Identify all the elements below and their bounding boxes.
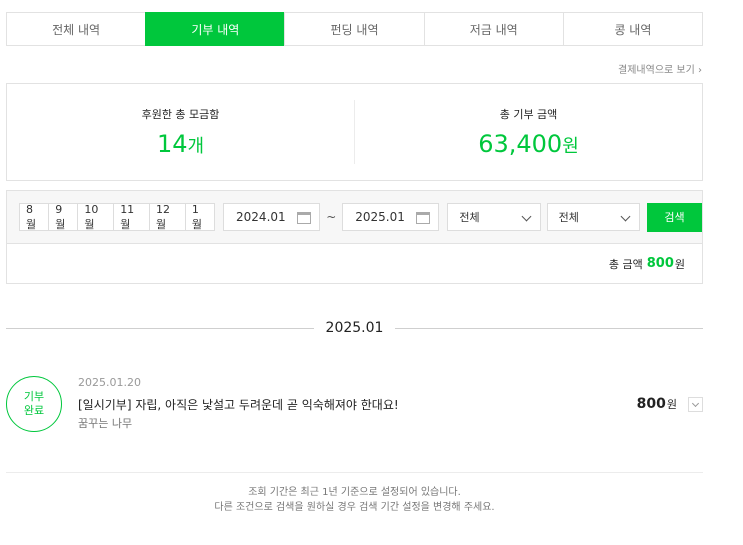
status-select[interactable]: 전체 bbox=[546, 203, 640, 231]
chevron-down-icon bbox=[620, 211, 631, 222]
summary-amount-value: 63,400 bbox=[478, 130, 563, 158]
item-date: 2025.01.20 bbox=[78, 376, 141, 389]
tab-savings[interactable]: 저금 내역 bbox=[423, 13, 563, 45]
tab-all[interactable]: 전체 내역 bbox=[7, 13, 145, 45]
item-amount-unit: 원 bbox=[666, 398, 677, 411]
donation-summary: 후원한 총 모금함 14개 총 기부 금액 63,400원 bbox=[6, 83, 703, 181]
status-badge: 기부 완료 bbox=[6, 376, 62, 432]
summary-count-value: 14 bbox=[156, 130, 188, 158]
search-button[interactable]: 검색 bbox=[646, 202, 703, 232]
total-unit: 원 bbox=[674, 257, 685, 271]
divider-line bbox=[6, 327, 314, 329]
calendar-icon bbox=[416, 212, 431, 224]
item-amount-value: 800 bbox=[636, 396, 666, 412]
chevron-right-icon: › bbox=[698, 65, 702, 76]
date-range-separator: ~ bbox=[326, 210, 337, 224]
month-button-nov[interactable]: 11월 bbox=[113, 203, 150, 231]
calendar-icon bbox=[297, 212, 312, 224]
search-filter: 8월 9월 10월 11월 12월 1월 2024.01 ~ 2025.01 전… bbox=[6, 190, 703, 284]
notice-line-1: 조회 기간은 최근 1년 기준으로 설정되어 있습니다. bbox=[248, 487, 461, 498]
tab-bean[interactable]: 콩 내역 bbox=[562, 13, 702, 45]
tab-donation[interactable]: 기부 내역 bbox=[145, 12, 285, 46]
item-organization: 꿈꾸는 나무 bbox=[78, 417, 133, 430]
month-buttons: 8월 9월 10월 11월 12월 1월 bbox=[19, 203, 215, 231]
filter-total: 총 금액 800 원 bbox=[7, 244, 702, 283]
end-date-picker[interactable]: 2025.01 bbox=[342, 203, 440, 231]
total-label: 총 금액 bbox=[608, 257, 643, 271]
month-button-aug[interactable]: 8월 bbox=[19, 203, 50, 231]
month-button-oct[interactable]: 10월 bbox=[77, 203, 115, 231]
type-select[interactable]: 전체 bbox=[447, 203, 541, 231]
list-bottom-divider bbox=[6, 472, 703, 473]
month-button-sep[interactable]: 9월 bbox=[48, 203, 79, 231]
payment-history-link[interactable]: 결제내역으로 보기 › bbox=[618, 61, 702, 76]
payment-history-link-label: 결제내역으로 보기 bbox=[618, 65, 695, 76]
start-date-value: 2024.01 bbox=[236, 210, 286, 224]
status-select-value: 전체 bbox=[558, 211, 579, 224]
group-date: 2025.01 bbox=[325, 320, 384, 336]
summary-count-label: 후원한 총 모금함 bbox=[141, 108, 220, 121]
chevron-down-icon bbox=[521, 211, 532, 222]
expand-toggle-icon[interactable] bbox=[688, 397, 703, 412]
period-notice: 조회 기간은 최근 1년 기준으로 설정되어 있습니다. 다른 조건으로 검색을… bbox=[6, 485, 703, 515]
tab-funding[interactable]: 펀딩 내역 bbox=[284, 13, 423, 45]
start-date-picker[interactable]: 2024.01 bbox=[223, 203, 321, 231]
status-badge-line2: 완료 bbox=[23, 404, 45, 417]
divider-line bbox=[395, 327, 703, 329]
summary-amount-value-wrap: 63,400원 bbox=[478, 132, 579, 158]
status-badge-line1: 기부 bbox=[23, 390, 45, 404]
tab-bar: 전체 내역 기부 내역 펀딩 내역 저금 내역 콩 내역 bbox=[6, 12, 703, 46]
summary-amount-unit: 원 bbox=[562, 136, 579, 157]
item-title[interactable]: [일시기부] 자립, 아직은 낯설고 두려운데 곧 익숙해져야 한대요! bbox=[78, 396, 399, 413]
donation-list-item: 기부 완료 2025.01.20 [일시기부] 자립, 아직은 낯설고 두려운데… bbox=[6, 376, 703, 436]
type-select-value: 전체 bbox=[459, 211, 480, 224]
month-button-jan[interactable]: 1월 bbox=[184, 203, 215, 231]
total-amount: 800 bbox=[646, 256, 674, 271]
item-amount: 800원 bbox=[637, 396, 677, 412]
month-button-dec[interactable]: 12월 bbox=[149, 203, 186, 231]
filter-controls: 8월 9월 10월 11월 12월 1월 2024.01 ~ 2025.01 전… bbox=[7, 191, 703, 244]
summary-count-unit: 개 bbox=[187, 136, 205, 157]
summary-count-value-wrap: 14개 bbox=[157, 132, 204, 158]
summary-count: 후원한 총 모금함 14개 bbox=[7, 84, 354, 180]
summary-amount: 총 기부 금액 63,400원 bbox=[355, 84, 702, 180]
notice-line-2: 다른 조건으로 검색을 원하실 경우 검색 기간 설정을 변경해 주세요. bbox=[214, 502, 495, 513]
group-date-divider: 2025.01 bbox=[6, 320, 703, 336]
end-date-value: 2025.01 bbox=[355, 210, 405, 224]
summary-amount-label: 총 기부 금액 bbox=[499, 108, 558, 121]
